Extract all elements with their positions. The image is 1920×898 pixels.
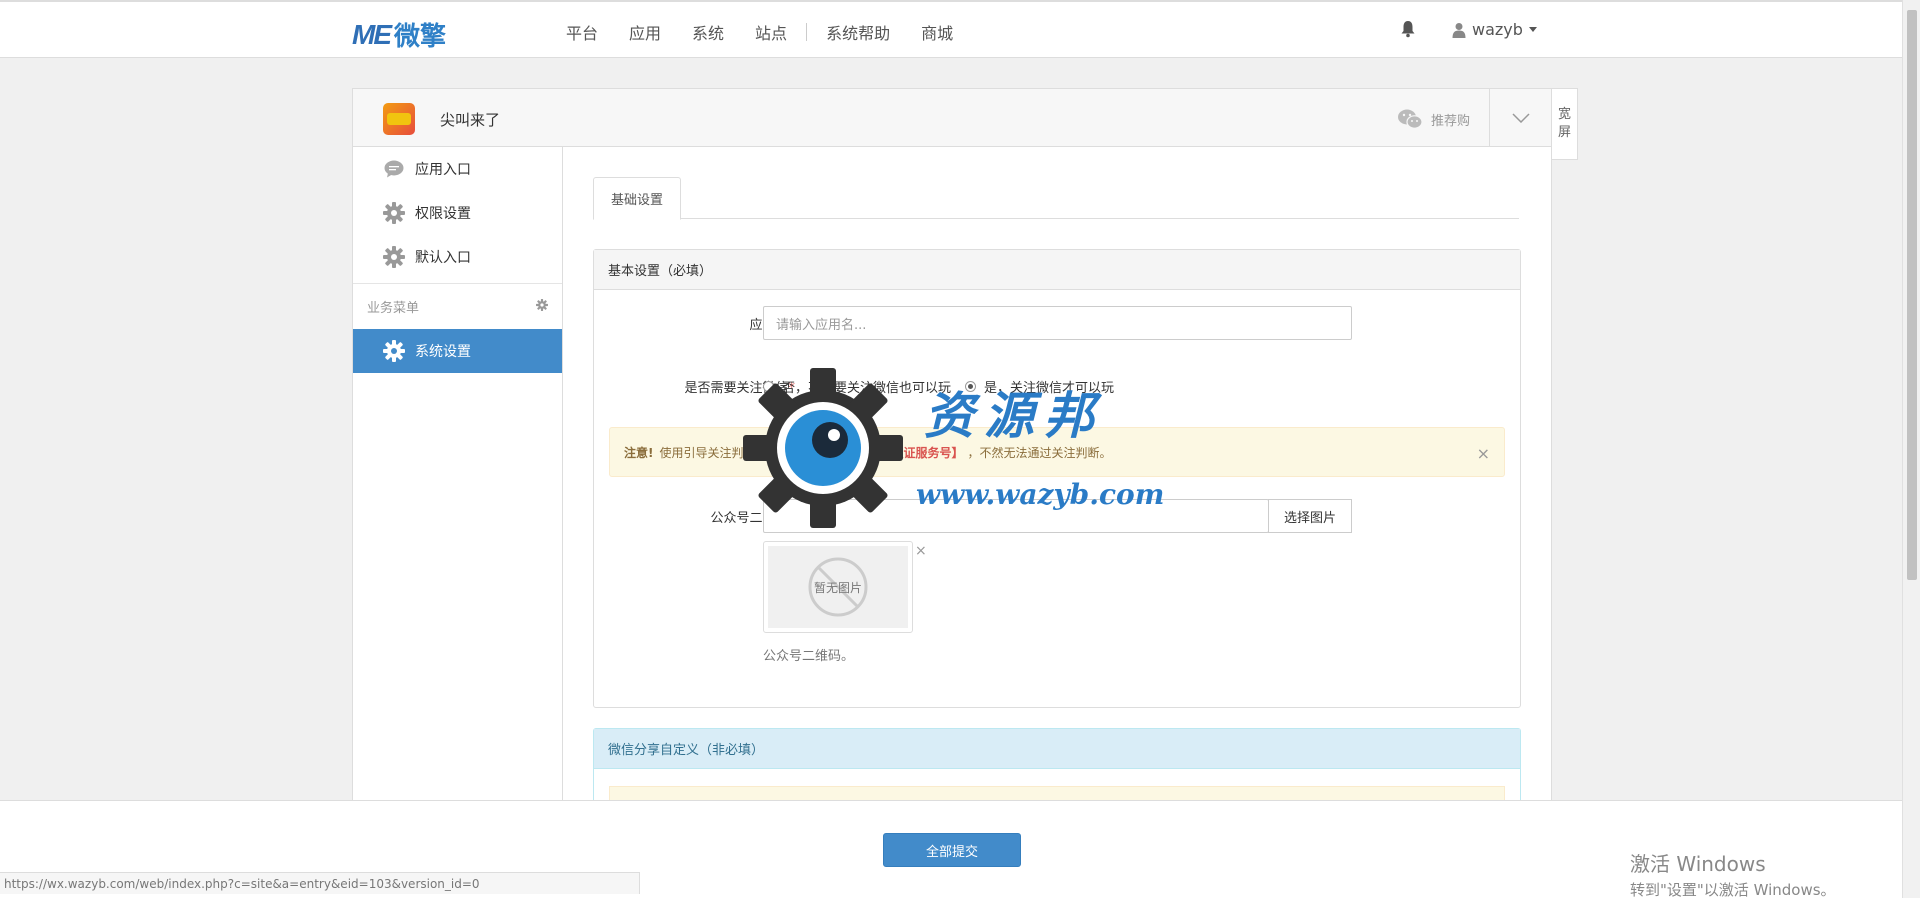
radio-no-label[interactable]: 否，不需要关注微信也可以玩 [782,377,951,396]
sidebar-item-label: 系统设置 [415,344,471,360]
recommend-label: 推荐购 [1431,113,1471,129]
sidebar-group-label: 业务菜单 [367,301,420,316]
app-icon [383,103,415,135]
windows-activation-notice: 激活 Windows 转到"设置"以激活 Windows。 [1630,848,1836,898]
activation-title: 激活 Windows [1630,852,1766,876]
chat-icon [383,158,405,180]
main-nav: 平台 应用 系统 站点 系统帮助 商城 [566,20,984,44]
chevron-down-icon [1528,27,1537,32]
alert-link[interactable]: 【微信认证服务号】 [856,444,964,461]
submit-all-button[interactable]: 全部提交 [883,833,1021,867]
nav-item-system[interactable]: 系统 [692,20,724,44]
wide-screen-label-1: 宽 [1557,107,1571,122]
user-menu[interactable]: wazyb [1452,20,1537,39]
remove-image-icon[interactable]: × [915,543,927,559]
activation-subtitle: 转到"设置"以激活 Windows。 [1630,881,1836,898]
qrcode-help: 公众号二维码。 [763,649,855,664]
logo-mark: ME [352,18,392,50]
scrollbar-thumb[interactable] [1907,10,1917,580]
alert-text-before: 使用引导关注判断功能，公众号需要 [659,445,852,460]
logo[interactable]: ME 微擎 [352,16,446,53]
status-bar-url: https://wx.wazyb.com/web/index.php?c=sit… [0,872,640,894]
collapse-toggle[interactable] [1489,89,1551,146]
sidebar-item-system-settings[interactable]: 系统设置 [353,329,562,373]
nav-item-site[interactable]: 站点 [755,20,787,44]
sidebar-item-default-entry[interactable]: 默认入口 [353,235,562,279]
app-panel: 尖叫来了 推荐购 应用入口 权限设置 默认入口 业务菜单 系统设置 基础设置 基… [352,88,1552,809]
follow-alert: 注意! 使用引导关注判断功能，公众号需要 【微信认证服务号】 ，不然无法通过关注… [609,427,1505,477]
alert-strong: 注意! [624,445,654,460]
user-icon [1452,22,1466,38]
radio-yes[interactable] [965,381,977,392]
radio-yes-label[interactable]: 是，关注微信才可以玩 [984,377,1114,396]
choose-image-button[interactable]: 选择图片 [1268,499,1352,533]
app-title: 尖叫来了 [440,111,501,129]
settings-tabs: 基础设置 [593,177,1519,220]
basic-settings-title: 基本设置（必填） [594,250,1520,290]
sidebar-item-permissions[interactable]: 权限设置 [353,191,562,235]
sidebar-item-label: 应用入口 [415,162,471,178]
radio-no[interactable] [763,381,774,392]
nav-item-help[interactable]: 系统帮助 [826,20,890,44]
app-name-input[interactable]: 请输入应用名... [763,306,1352,340]
gear-icon [383,340,405,362]
no-image-label: 暂无图片 [813,580,862,595]
sidebar-item-label: 默认入口 [415,250,471,266]
qrcode-thumbnail: 暂无图片 [763,541,913,633]
sidebar: 应用入口 权限设置 默认入口 业务菜单 系统设置 [353,147,563,808]
sidebar-item-label: 权限设置 [415,206,471,222]
follow-radio-group: 否，不需要关注微信也可以玩 是，关注微信才可以玩 [763,377,1114,396]
wechat-icon [1398,109,1423,129]
nav-divider [806,23,808,41]
page-scrollbar[interactable] [1902,0,1920,898]
qrcode-input[interactable] [763,499,1269,533]
share-settings-title: 微信分享自定义（非必填） [594,729,1520,769]
nav-item-store[interactable]: 商城 [921,20,953,44]
tab-basic-settings[interactable]: 基础设置 [593,177,681,220]
top-navbar: ME 微擎 平台 应用 系统 站点 系统帮助 商城 wazyb [0,0,1902,58]
logo-name: 微擎 [394,22,447,52]
gear-icon[interactable] [536,299,548,315]
bell-icon[interactable] [1400,20,1416,38]
wide-screen-button[interactable]: 宽 屏 [1552,88,1578,160]
user-name: wazyb [1472,20,1523,39]
nav-item-apps[interactable]: 应用 [629,20,661,44]
close-icon[interactable]: × [1477,444,1490,463]
recommend-link[interactable]: 推荐购 [1397,108,1470,130]
alert-text-after: ，不然无法通过关注判断。 [967,445,1112,460]
panel-header: 尖叫来了 推荐购 [353,89,1551,147]
nav-item-platform[interactable]: 平台 [566,20,598,44]
sidebar-item-app-entry[interactable]: 应用入口 [353,147,562,191]
gear-icon [383,246,405,268]
chevron-down-icon [1511,112,1530,123]
sidebar-group-business-menu: 业务菜单 [353,283,562,329]
wide-screen-label-2: 屏 [1557,125,1571,140]
gear-icon [383,202,405,224]
